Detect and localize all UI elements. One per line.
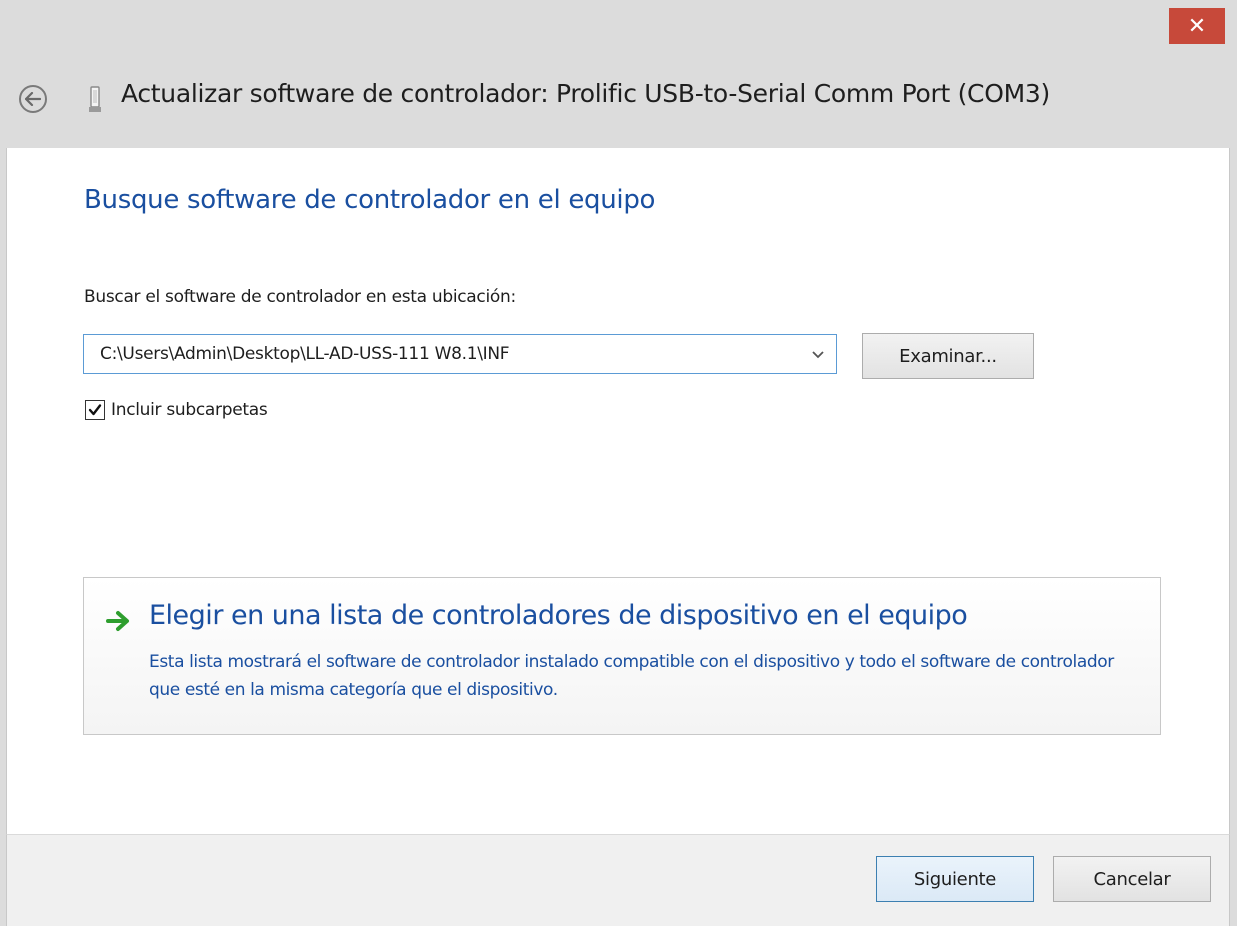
include-subfolders-label: Incluir subcarpetas (111, 400, 268, 420)
window-title: Actualizar software de controlador: Prol… (121, 79, 1050, 108)
chevron-down-icon (812, 351, 824, 359)
title-bar: ✕ Actualizar software de controlador: Pr… (0, 0, 1237, 148)
back-button[interactable] (19, 85, 47, 113)
next-button[interactable]: Siguiente (876, 856, 1034, 902)
usb-device-icon (89, 86, 101, 112)
include-subfolders-checkbox[interactable] (85, 400, 105, 420)
back-arrow-icon (25, 92, 41, 106)
browse-button[interactable]: Examinar... (862, 333, 1034, 379)
path-input[interactable] (84, 335, 796, 373)
close-button[interactable]: ✕ (1169, 8, 1225, 44)
cancel-button[interactable]: Cancelar (1053, 856, 1211, 902)
dropdown-button[interactable] (806, 343, 830, 367)
dialog-window: ✕ Actualizar software de controlador: Pr… (0, 0, 1237, 926)
green-arrow-icon (106, 611, 129, 631)
dialog-footer (6, 834, 1230, 926)
choose-from-list-title[interactable]: Elegir en una lista de controladores de … (149, 600, 968, 631)
checkmark-icon (88, 404, 102, 416)
path-combobox[interactable] (83, 334, 837, 374)
page-heading: Busque software de controlador en el equ… (84, 185, 656, 215)
location-label: Buscar el software de controlador en est… (84, 287, 516, 307)
choose-from-list-description: Esta lista mostrará el software de contr… (149, 652, 1114, 700)
include-subfolders-option[interactable]: Incluir subcarpetas (85, 400, 268, 420)
close-icon: ✕ (1187, 13, 1207, 39)
